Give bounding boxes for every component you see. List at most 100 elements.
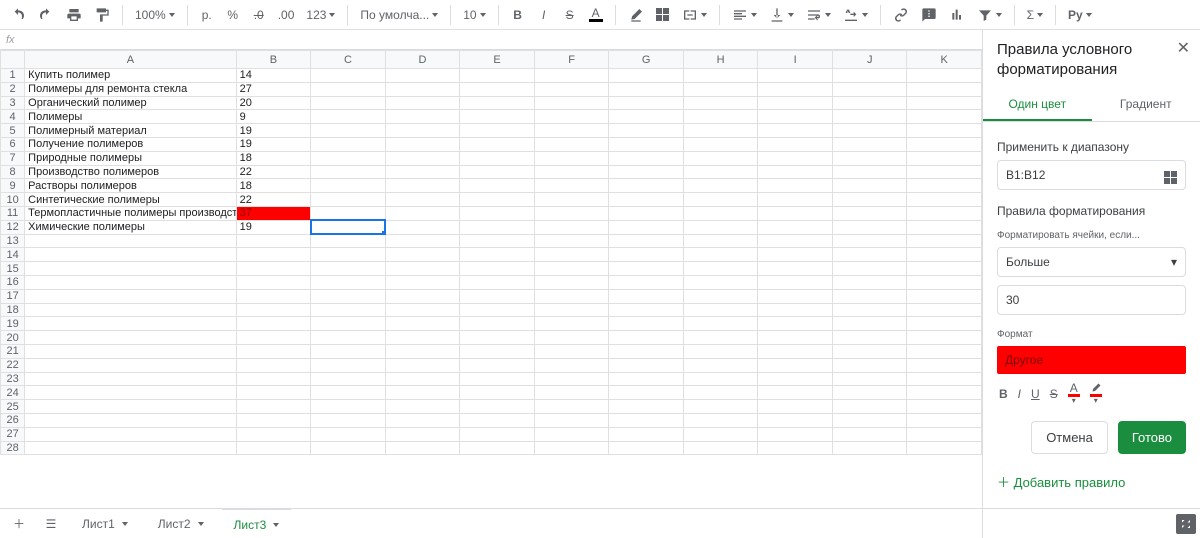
cell[interactable]	[460, 275, 535, 289]
cell[interactable]	[311, 151, 386, 165]
cell[interactable]	[683, 151, 758, 165]
more-formats-button[interactable]: 123	[302, 3, 339, 27]
cell[interactable]: 20	[236, 96, 311, 110]
cell[interactable]	[236, 317, 311, 331]
cell[interactable]	[460, 137, 535, 151]
cell[interactable]	[683, 386, 758, 400]
cell[interactable]	[832, 234, 907, 248]
cell[interactable]	[534, 331, 609, 345]
cell[interactable]	[683, 303, 758, 317]
cell[interactable]	[907, 165, 982, 179]
cell[interactable]	[236, 413, 311, 427]
cell[interactable]	[907, 69, 982, 83]
cell[interactable]: 19	[236, 124, 311, 138]
cell[interactable]	[758, 137, 833, 151]
cell[interactable]	[832, 110, 907, 124]
cell[interactable]	[385, 303, 460, 317]
cell[interactable]	[907, 413, 982, 427]
cell[interactable]	[683, 179, 758, 193]
cell[interactable]	[460, 165, 535, 179]
cell[interactable]	[609, 413, 684, 427]
cell[interactable]	[311, 441, 386, 455]
cell[interactable]	[907, 82, 982, 96]
text-rotation-button[interactable]	[839, 3, 872, 27]
borders-button[interactable]	[652, 3, 674, 27]
cell[interactable]	[385, 275, 460, 289]
cell[interactable]	[907, 137, 982, 151]
cell[interactable]	[25, 413, 237, 427]
cell[interactable]	[385, 317, 460, 331]
cancel-button[interactable]: Отмена	[1031, 421, 1108, 454]
mini-underline-button[interactable]: U	[1031, 387, 1040, 401]
cell[interactable]	[907, 151, 982, 165]
text-color-button[interactable]: A	[585, 3, 607, 27]
zoom-select[interactable]: 100%	[131, 3, 179, 27]
cell[interactable]	[385, 441, 460, 455]
cell[interactable]	[832, 165, 907, 179]
cell[interactable]	[311, 372, 386, 386]
col-header[interactable]: B	[236, 51, 311, 69]
cell[interactable]	[609, 358, 684, 372]
cell[interactable]	[907, 289, 982, 303]
row-header[interactable]: 19	[1, 317, 25, 331]
bold-button[interactable]: B	[507, 3, 529, 27]
cell[interactable]	[311, 262, 386, 276]
cell[interactable]: Полимерный материал	[25, 124, 237, 138]
cell[interactable]	[25, 234, 237, 248]
select-all-cell[interactable]	[1, 51, 25, 69]
cell[interactable]	[832, 372, 907, 386]
cell[interactable]	[534, 69, 609, 83]
cell[interactable]	[534, 344, 609, 358]
cell[interactable]	[534, 110, 609, 124]
cell[interactable]	[385, 386, 460, 400]
cell[interactable]	[832, 386, 907, 400]
row-header[interactable]: 15	[1, 262, 25, 276]
cell[interactable]	[385, 165, 460, 179]
cell[interactable]	[534, 248, 609, 262]
fill-color-button[interactable]	[624, 3, 648, 27]
cell[interactable]	[385, 248, 460, 262]
cell[interactable]	[609, 317, 684, 331]
cell[interactable]: Природные полимеры	[25, 151, 237, 165]
cell[interactable]	[758, 331, 833, 345]
cell[interactable]	[534, 220, 609, 234]
cell[interactable]	[311, 220, 386, 234]
condition-select[interactable]: Больше ▾	[997, 247, 1186, 277]
cell[interactable]	[758, 234, 833, 248]
cell[interactable]	[832, 82, 907, 96]
cell[interactable]	[758, 110, 833, 124]
range-input[interactable]: B1:B12	[997, 160, 1186, 190]
cell[interactable]	[385, 427, 460, 441]
cell[interactable]	[758, 206, 833, 220]
cell[interactable]	[907, 262, 982, 276]
cell[interactable]: Получение полимеров	[25, 137, 237, 151]
cell[interactable]	[311, 317, 386, 331]
cell[interactable]	[758, 179, 833, 193]
cell[interactable]	[832, 220, 907, 234]
cell[interactable]	[832, 358, 907, 372]
cell[interactable]	[907, 179, 982, 193]
cell[interactable]	[534, 303, 609, 317]
cell[interactable]	[609, 275, 684, 289]
cell[interactable]: Полимеры	[25, 110, 237, 124]
cell[interactable]	[758, 275, 833, 289]
cell[interactable]	[25, 386, 237, 400]
cell[interactable]	[758, 358, 833, 372]
cell[interactable]	[460, 234, 535, 248]
cell[interactable]	[385, 151, 460, 165]
row-header[interactable]: 16	[1, 275, 25, 289]
cell[interactable]	[609, 344, 684, 358]
increase-decimal-button[interactable]: .00	[274, 3, 299, 27]
row-header[interactable]: 9	[1, 179, 25, 193]
cell[interactable]	[460, 372, 535, 386]
cell[interactable]	[907, 441, 982, 455]
cell[interactable]	[758, 427, 833, 441]
print-button[interactable]	[62, 3, 86, 27]
tab-single-color[interactable]: Один цвет	[983, 89, 1092, 121]
cell[interactable]	[460, 441, 535, 455]
row-header[interactable]: 27	[1, 427, 25, 441]
cell[interactable]	[609, 110, 684, 124]
cell[interactable]	[683, 124, 758, 138]
cell[interactable]	[534, 82, 609, 96]
cell[interactable]: 9	[236, 110, 311, 124]
